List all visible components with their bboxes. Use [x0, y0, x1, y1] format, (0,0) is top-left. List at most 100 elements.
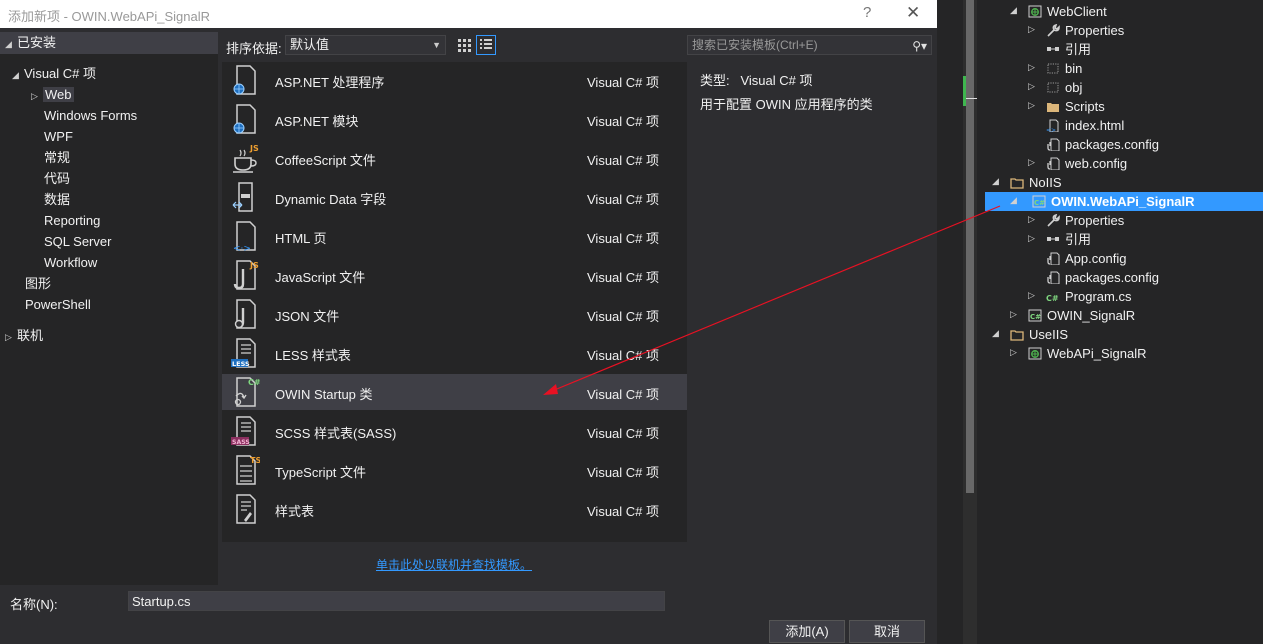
- nav-item-powershell[interactable]: PowerShell: [25, 295, 91, 315]
- template-type: Visual C# 项: [587, 309, 660, 324]
- name-input[interactable]: [128, 591, 665, 611]
- solution-tree-item[interactable]: WebClient: [1028, 2, 1107, 21]
- solution-tree-item[interactable]: <> index.html: [1046, 116, 1124, 135]
- nav-item-data[interactable]: 数据: [44, 190, 70, 210]
- solution-tree-item[interactable]: C# OWIN.WebAPi_SignalR: [985, 192, 1263, 211]
- collapsed-triangle-icon[interactable]: ▷: [1028, 214, 1035, 225]
- nav-online[interactable]: ▷ 联机: [5, 326, 43, 346]
- template-row[interactable]: JS CoffeeScript 文件 Visual C# 项: [222, 140, 687, 176]
- add-new-item-dialog: 添加新项 - OWIN.WebAPi_SignalR ? ✕ ◢ 已安装 ◢ Vis…: [0, 0, 937, 644]
- template-row[interactable]: 样式表 Visual C# 项: [222, 491, 687, 527]
- tree-item-label: 引用: [1065, 42, 1092, 57]
- dock-splitter[interactable]: [937, 0, 963, 644]
- solution-tree-item[interactable]: WebAPi_SignalR: [1028, 344, 1146, 363]
- template-row[interactable]: C# OWIN Startup 类 Visual C# 项: [222, 374, 687, 410]
- owin-startup-icon: C#: [234, 377, 260, 407]
- template-name: ASP.NET 处理程序: [275, 75, 385, 90]
- template-toolbar: 排序依据: 默认值 ▼ 搜索已安装模板(Ctrl+E) ⚲▾: [222, 32, 936, 58]
- solution-tree-item[interactable]: packages.config: [1046, 135, 1159, 154]
- template-row[interactable]: TS TypeScript 文件 Visual C# 项: [222, 452, 687, 488]
- template-icon-wrap: SASS: [230, 415, 260, 447]
- scrollbar-thumb[interactable]: [966, 0, 974, 493]
- search-icon: ⚲▾: [912, 39, 927, 53]
- svg-text:JS: JS: [249, 144, 259, 153]
- config-icon: [1047, 271, 1060, 284]
- template-row[interactable]: LESS LESS 样式表 Visual C# 项: [222, 335, 687, 371]
- template-search-input[interactable]: 搜索已安装模板(Ctrl+E) ⚲▾: [687, 35, 932, 55]
- solution-tree-item[interactable]: 引用: [1046, 230, 1091, 249]
- collapsed-triangle-icon[interactable]: ▷: [1010, 347, 1017, 358]
- editor-scrollbar[interactable]: [963, 0, 978, 644]
- solution-tree-item[interactable]: C# Program.cs: [1046, 287, 1131, 306]
- collapsed-triangle-icon[interactable]: ▷: [1028, 62, 1035, 73]
- web-project-icon: [1028, 5, 1042, 18]
- nav-item-windows-forms[interactable]: Windows Forms: [44, 106, 137, 126]
- close-button[interactable]: ✕: [906, 3, 920, 23]
- list-view-button[interactable]: [476, 35, 496, 55]
- javascript-icon: JS: [233, 260, 259, 290]
- solution-tree-item[interactable]: obj: [1046, 78, 1082, 97]
- csharp-project-icon: C#: [1032, 195, 1046, 208]
- template-row[interactable]: JSON 文件 Visual C# 项: [222, 296, 687, 332]
- solution-tree-item[interactable]: UseIIS: [1010, 325, 1068, 344]
- collapsed-triangle-icon[interactable]: ▷: [1028, 81, 1035, 92]
- template-type: Visual C# 项: [587, 231, 660, 246]
- expanded-triangle-icon[interactable]: ◢: [992, 328, 999, 339]
- solution-tree-item[interactable]: App.config: [1046, 249, 1126, 268]
- nav-item-reporting[interactable]: Reporting: [44, 211, 100, 231]
- solution-tree-item[interactable]: bin: [1046, 59, 1082, 78]
- nav-item-web[interactable]: ▷ Web: [31, 85, 74, 105]
- help-button[interactable]: ?: [863, 4, 871, 21]
- svg-text:TS: TS: [250, 456, 260, 465]
- solution-tree-item[interactable]: Scripts: [1046, 97, 1105, 116]
- nav-item-graphics[interactable]: 图形: [25, 274, 51, 294]
- collapsed-triangle-icon[interactable]: ▷: [1028, 233, 1035, 244]
- solution-tree-item[interactable]: NoIIS: [1010, 173, 1062, 192]
- nav-installed-header[interactable]: ◢ 已安装: [0, 32, 218, 54]
- expanded-triangle-icon[interactable]: ◢: [992, 176, 999, 187]
- grid-view-button[interactable]: [454, 35, 474, 55]
- online-templates-link[interactable]: 单击此处以联机并查找模板。: [376, 556, 532, 573]
- collapsed-triangle-icon[interactable]: ▷: [1028, 157, 1035, 168]
- solution-tree-item[interactable]: packages.config: [1046, 268, 1159, 287]
- expanded-triangle-icon[interactable]: ◢: [1010, 5, 1017, 16]
- nav-item-workflow[interactable]: Workflow: [44, 253, 97, 273]
- solution-folder-icon: [1010, 178, 1024, 189]
- svg-text:C#: C#: [1046, 294, 1059, 303]
- template-name: OWIN Startup 类: [275, 387, 373, 402]
- sort-dropdown[interactable]: 默认值 ▼: [285, 35, 446, 55]
- nav-item-sql-server[interactable]: SQL Server: [44, 232, 111, 252]
- nav-item-general[interactable]: 常规: [44, 148, 70, 168]
- tree-item-label: index.html: [1065, 118, 1125, 133]
- nav-item-wpf[interactable]: WPF: [44, 127, 73, 147]
- cancel-button[interactable]: 取消: [849, 620, 925, 643]
- solution-tree-item[interactable]: Properties: [1046, 21, 1124, 40]
- collapsed-triangle-icon[interactable]: ▷: [1028, 100, 1035, 111]
- collapsed-triangle-icon[interactable]: ▷: [1028, 290, 1035, 301]
- template-row[interactable]: ASP.NET 模块 Visual C# 项: [222, 101, 687, 137]
- solution-tree-item[interactable]: C# OWIN_SignalR: [1028, 306, 1135, 325]
- collapsed-triangle-icon[interactable]: ▷: [1010, 309, 1017, 320]
- dialog-titlebar: 添加新项 - OWIN.WebAPi_SignalR ? ✕: [0, 0, 937, 28]
- name-label: 名称(N):: [10, 597, 58, 612]
- dialog-title: 添加新项 - OWIN.WebAPi_SignalR: [8, 9, 211, 24]
- solution-tree-item[interactable]: 引用: [1046, 40, 1091, 59]
- solution-tree-item[interactable]: web.config: [1046, 154, 1127, 173]
- template-category-nav: ◢ 已安装 ◢ Visual C# 项 ▷ Web Windows Forms WPF…: [0, 32, 218, 585]
- template-row[interactable]: ASP.NET 处理程序 Visual C# 项: [222, 62, 687, 98]
- nav-item-code[interactable]: 代码: [44, 169, 70, 189]
- svg-text:SASS: SASS: [232, 439, 250, 446]
- module-icon: [233, 104, 256, 134]
- nav-visual-csharp[interactable]: ◢ Visual C# 项: [12, 64, 96, 84]
- template-icon-wrap: [230, 64, 260, 96]
- template-row[interactable]: JS JavaScript 文件 Visual C# 项: [222, 257, 687, 293]
- template-row[interactable]: SASS SCSS 样式表(SASS) Visual C# 项: [222, 413, 687, 449]
- solution-tree-item[interactable]: Properties: [1046, 211, 1124, 230]
- template-row[interactable]: Dynamic Data 字段 Visual C# 项: [222, 179, 687, 215]
- template-row[interactable]: <·> HTML 页 Visual C# 项: [222, 218, 687, 254]
- add-button[interactable]: 添加(A): [769, 620, 845, 643]
- tree-item-label: packages.config: [1065, 137, 1159, 152]
- expanded-triangle-icon[interactable]: ◢: [1010, 195, 1017, 206]
- detail-description: 用于配置 OWIN 应用程序的类: [700, 97, 873, 112]
- collapsed-triangle-icon[interactable]: ▷: [1028, 24, 1035, 35]
